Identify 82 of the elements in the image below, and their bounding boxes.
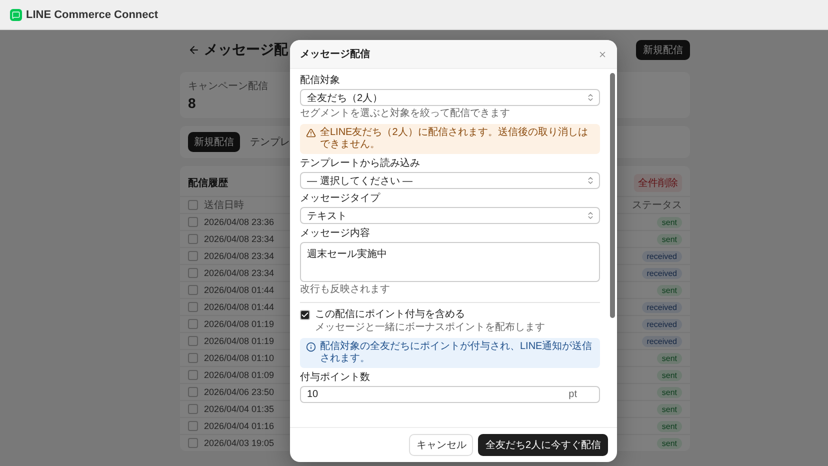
chevron-icon xyxy=(586,176,595,185)
status-tag: sent xyxy=(656,216,682,228)
checkbox[interactable] xyxy=(188,268,198,278)
stat-label: キャンペーン配信 xyxy=(188,80,268,93)
info-icon xyxy=(306,342,316,352)
page-title: メッセージ配 xyxy=(204,41,288,59)
back-arrow-icon[interactable] xyxy=(188,44,200,56)
status-tag: sent xyxy=(656,386,682,398)
send-button[interactable]: 全友だち2人に今すぐ配信 xyxy=(478,434,608,456)
logo-icon xyxy=(10,8,22,20)
checkbox[interactable] xyxy=(300,310,310,320)
date-cell: 2026/04/04 01:16 xyxy=(204,421,274,431)
checkbox-label: この配信にポイント付与を含める xyxy=(315,309,466,321)
date-cell: 2026/04/04 01:35 xyxy=(204,404,274,414)
field-label: メッセージタイプ xyxy=(300,193,382,205)
warning-icon xyxy=(306,128,316,138)
date-cell: 2026/04/06 23:50 xyxy=(204,387,274,397)
column-header: ステータス xyxy=(632,199,682,212)
cancel-button[interactable]: キャンセル xyxy=(409,434,474,456)
help-text: 改行も反映されます xyxy=(300,284,391,296)
status-tag: received xyxy=(642,302,682,312)
status-tag: sent xyxy=(656,420,682,432)
status-tag: sent xyxy=(656,370,682,380)
checkbox[interactable] xyxy=(188,302,198,312)
tab[interactable]: テンプレ xyxy=(244,132,296,152)
status-tag: sent xyxy=(656,352,682,364)
date-cell: 2026/04/08 01:19 xyxy=(204,319,274,329)
checkbox[interactable] xyxy=(188,217,198,227)
select-field[interactable]: — 選択してください — xyxy=(300,172,600,189)
checkbox[interactable] xyxy=(188,353,198,363)
date-cell: 2026/04/08 23:34 xyxy=(204,234,274,244)
date-cell: 2026/04/08 01:44 xyxy=(204,302,274,312)
info-message: 配信対象の全友だちにポイントが付与され、LINE通知が送信されます。 xyxy=(320,341,594,365)
section-title: 配信履歴 xyxy=(188,176,228,190)
checkbox-description: メッセージと一緒にボーナスポイントを配布します xyxy=(315,322,545,334)
date-cell: 2026/04/08 23:34 xyxy=(204,268,274,278)
checkbox[interactable] xyxy=(188,200,198,210)
message-textarea[interactable]: 週末セール実施中 xyxy=(300,242,600,282)
checkbox[interactable] xyxy=(188,421,198,431)
select-field[interactable]: 全友だち（2人） xyxy=(300,89,600,106)
chevron-icon xyxy=(586,93,595,102)
checkbox[interactable] xyxy=(188,370,198,380)
status-tag: sent xyxy=(656,234,682,244)
dialog-title: メッセージ配信 xyxy=(300,48,370,61)
close-icon[interactable] xyxy=(598,50,607,58)
field-label: テンプレートから読み込み xyxy=(300,158,421,170)
status-tag: received xyxy=(642,318,682,330)
field-label: 配信対象 xyxy=(300,75,341,87)
field-label: メッセージ内容 xyxy=(300,228,371,240)
checkbox[interactable] xyxy=(188,251,198,261)
status-tag: sent xyxy=(656,404,682,414)
status-tag: sent xyxy=(656,438,682,448)
date-cell: 2026/04/08 23:36 xyxy=(204,217,274,227)
checkbox[interactable] xyxy=(188,387,198,397)
checkbox[interactable] xyxy=(188,285,198,295)
checkbox[interactable] xyxy=(188,319,198,329)
status-tag: sent xyxy=(656,284,682,296)
date-cell: 2026/04/08 01:09 xyxy=(204,370,274,380)
status-tag: received xyxy=(642,250,682,262)
points-input[interactable]: 10 pt xyxy=(300,386,600,403)
checkbox[interactable] xyxy=(188,438,198,448)
stat-value: 8 xyxy=(188,95,196,111)
checkbox[interactable] xyxy=(188,404,198,414)
checkbox[interactable] xyxy=(188,234,198,244)
select-field[interactable]: テキスト xyxy=(300,207,600,224)
help-text: セグメントを選ぶと対象を絞って配信できます xyxy=(300,108,511,120)
checkbox[interactable] xyxy=(188,336,198,346)
date-cell: 2026/04/08 01:19 xyxy=(204,336,274,346)
date-cell: 2026/04/08 01:10 xyxy=(204,353,274,363)
status-tag: received xyxy=(642,336,682,346)
app-title: LINE Commerce Connect xyxy=(26,8,158,20)
field-label: 付与ポイント数 xyxy=(300,372,371,384)
scrollbar-thumb[interactable] xyxy=(610,73,615,318)
tab[interactable]: 新規配信 xyxy=(188,132,240,152)
date-cell: 2026/04/08 23:34 xyxy=(204,251,274,261)
column-header: 送信日時 xyxy=(204,198,244,212)
chevron-icon xyxy=(586,211,595,220)
date-cell: 2026/04/08 01:44 xyxy=(204,285,274,295)
warning-message: 全LINE友だち（2人）に配信されます。送信後の取り消しはできません。 xyxy=(320,127,589,151)
status-tag: received xyxy=(642,268,682,278)
date-cell: 2026/04/03 19:05 xyxy=(204,438,274,448)
new-broadcast-button[interactable]: 新規配信 xyxy=(636,40,690,60)
